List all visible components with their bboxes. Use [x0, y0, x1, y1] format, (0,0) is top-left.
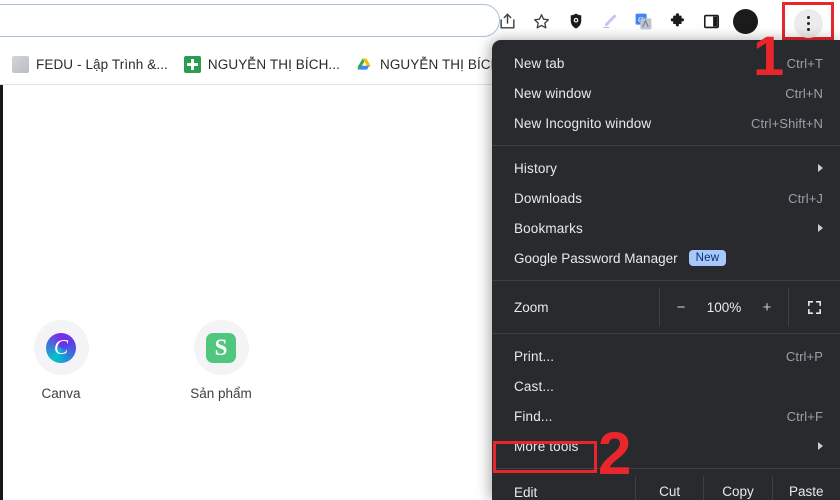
shield-icon[interactable]	[560, 6, 591, 37]
canva-glyph: C	[46, 332, 76, 363]
menu-item-label: Find...	[514, 408, 553, 424]
sheets-shortcut-icon: S	[193, 320, 249, 375]
menu-item-label: New Incognito window	[514, 115, 652, 131]
chevron-right-icon	[818, 442, 823, 450]
menu-item-downloads[interactable]: Downloads Ctrl+J	[492, 183, 840, 213]
chevron-right-icon	[818, 224, 823, 232]
menu-separator	[492, 333, 840, 334]
callout-step-1: 1	[753, 24, 785, 87]
menu-item-label: Print...	[514, 348, 555, 364]
menu-dot-top	[806, 15, 811, 20]
menu-item-new-incognito-window[interactable]: New Incognito window Ctrl+Shift+N	[492, 108, 840, 138]
paste-button[interactable]: Paste	[771, 476, 840, 500]
menu-item-label: Cast...	[514, 378, 555, 394]
menu-item-shortcut: Ctrl+T	[786, 55, 823, 71]
menu-item-shortcut: Ctrl+P	[785, 348, 823, 364]
shortcut-label: Sản phẩm	[190, 386, 252, 401]
zoom-in-button[interactable]: +	[754, 294, 780, 320]
side-panel-icon[interactable]	[696, 6, 727, 37]
chevron-right-icon	[818, 164, 823, 172]
bookmark-label: NGUYỄN THỊ BÍCH.	[379, 57, 505, 72]
menu-item-label: Downloads	[514, 190, 583, 206]
menu-item-find[interactable]: Find... Ctrl+F	[492, 401, 840, 431]
toolbar-icon-group: G	[492, 4, 761, 38]
browser-toolbar: G	[0, 0, 840, 44]
copy-button[interactable]: Copy	[703, 476, 771, 500]
menu-item-shortcut: Ctrl+F	[786, 408, 823, 424]
browser-screenshot: G	[0, 0, 840, 500]
menu-item-cast[interactable]: Cast...	[492, 371, 840, 401]
canva-icon: C	[33, 320, 89, 375]
chrome-main-menu: New tab Ctrl+T New window Ctrl+N New Inc…	[492, 40, 840, 500]
share-icon[interactable]	[492, 6, 523, 37]
menu-item-print[interactable]: Print... Ctrl+P	[492, 341, 840, 371]
new-badge: New	[688, 250, 727, 266]
menu-item-label: History	[514, 160, 558, 176]
menu-item-label: New window	[514, 85, 592, 101]
menu-item-history[interactable]: History	[492, 153, 840, 183]
menu-item-label: Google Password Manager	[514, 250, 678, 266]
menu-dot-middle	[806, 21, 811, 26]
callout-step-2: 2	[598, 420, 632, 487]
google-translate-icon[interactable]: G	[628, 6, 659, 37]
menu-item-shortcut: Ctrl+Shift+N	[750, 115, 823, 131]
menu-item-google-password-manager[interactable]: Google Password Manager New	[492, 243, 840, 273]
omnibox[interactable]	[0, 4, 500, 37]
shortcut-label: Canva	[41, 386, 81, 401]
menu-item-zoom: Zoom − 100% +	[492, 288, 840, 326]
generic-favicon-icon	[12, 56, 29, 73]
bookmark-label: NGUYỄN THỊ BÍCH...	[207, 57, 340, 72]
fullscreen-icon[interactable]	[788, 288, 840, 326]
bookmark-label: FEDU - Lập Trình &...	[36, 57, 168, 72]
bookmark-item-drive[interactable]: NGUYỄN THỊ BÍCH.	[348, 51, 512, 79]
highlighter-pen-icon[interactable]	[594, 6, 625, 37]
zoom-controls: − 100% +	[659, 288, 788, 326]
three-dot-menu-icon[interactable]	[794, 9, 823, 38]
google-drive-icon	[356, 56, 373, 73]
shortcut-tile-sanpham[interactable]: S Sản phẩm	[176, 320, 266, 401]
cut-button[interactable]: Cut	[635, 476, 703, 500]
bookmark-item-sheets[interactable]: NGUYỄN THỊ BÍCH...	[176, 51, 348, 79]
sanpham-glyph: S	[206, 332, 236, 363]
menu-item-bookmarks[interactable]: Bookmarks	[492, 213, 840, 243]
menu-item-edit: Edit Cut Copy Paste	[492, 476, 840, 500]
zoom-level-value: 100%	[706, 299, 742, 315]
zoom-label: Zoom	[514, 299, 549, 315]
shortcut-tiles: C Canva S Sản phẩm	[16, 320, 266, 401]
shortcut-tile-canva[interactable]: C Canva	[16, 320, 106, 401]
three-dot-menu-highlight-box	[782, 2, 834, 40]
menu-item-shortcut: Ctrl+J	[788, 190, 823, 206]
bookmark-star-icon[interactable]	[526, 6, 557, 37]
zoom-out-button[interactable]: −	[668, 294, 694, 320]
google-sheets-icon	[183, 56, 201, 73]
menu-dot-bottom	[806, 27, 811, 32]
menu-item-label: New tab	[514, 55, 565, 71]
menu-item-new-window[interactable]: New window Ctrl+N	[492, 78, 840, 108]
settings-highlight-box	[493, 441, 597, 473]
menu-separator	[492, 145, 840, 146]
menu-item-new-tab[interactable]: New tab Ctrl+T	[492, 48, 840, 78]
bookmark-item-fedu[interactable]: FEDU - Lập Trình &...	[4, 51, 176, 79]
extensions-puzzle-icon[interactable]	[662, 6, 693, 37]
menu-item-shortcut: Ctrl+N	[785, 85, 823, 101]
menu-item-label: Bookmarks	[514, 220, 583, 236]
menu-separator	[492, 280, 840, 281]
